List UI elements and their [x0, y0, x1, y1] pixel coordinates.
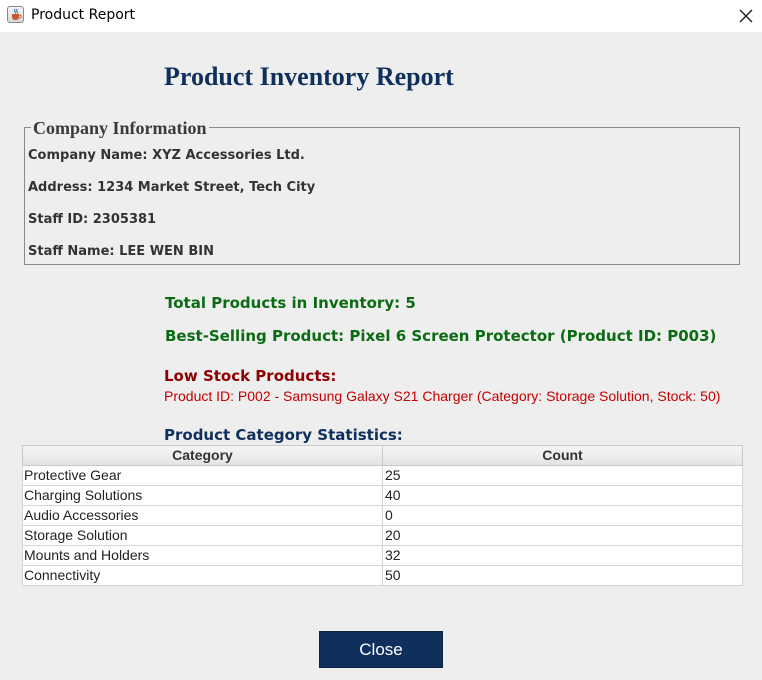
count-cell[interactable]: 32: [383, 546, 742, 565]
java-cup-icon: [7, 6, 24, 23]
category-stats-title: Product Category Statistics:: [164, 426, 403, 444]
company-name: Company Name: XYZ Accessories Ltd.: [28, 148, 305, 163]
staff-id: Staff ID: 2305381: [28, 212, 157, 227]
category-cell[interactable]: Protective Gear: [23, 466, 383, 485]
category-table[interactable]: Category Count Protective Gear 25 Chargi…: [22, 445, 743, 586]
low-stock-item: Product ID: P002 - Samsung Galaxy S21 Ch…: [164, 388, 721, 404]
count-cell[interactable]: 25: [383, 466, 742, 485]
category-cell[interactable]: Mounts and Holders: [23, 546, 383, 565]
category-cell[interactable]: Storage Solution: [23, 526, 383, 545]
column-header-count[interactable]: Count: [383, 446, 742, 465]
company-address: Address: 1234 Market Street, Tech City: [28, 180, 316, 195]
table-row[interactable]: Mounts and Holders 32: [23, 546, 742, 566]
title-bar: Product Report: [0, 0, 762, 32]
company-info-legend: Company Information: [31, 118, 209, 138]
staff-name: Staff Name: LEE WEN BIN: [28, 244, 214, 259]
table-body: Protective Gear 25 Charging Solutions 40…: [22, 466, 743, 586]
category-cell[interactable]: Charging Solutions: [23, 486, 383, 505]
count-cell[interactable]: 50: [383, 566, 742, 585]
column-header-category[interactable]: Category: [23, 446, 383, 465]
table-row[interactable]: Charging Solutions 40: [23, 486, 742, 506]
company-info-panel: Company Information Company Name: XYZ Ac…: [24, 118, 740, 265]
table-row[interactable]: Storage Solution 20: [23, 526, 742, 546]
count-cell[interactable]: 40: [383, 486, 742, 505]
window-title: Product Report: [31, 7, 136, 23]
total-products-label: Total Products in Inventory: 5: [165, 294, 416, 312]
table-row[interactable]: Connectivity 50: [23, 566, 742, 586]
table-row[interactable]: Protective Gear 25: [23, 466, 742, 486]
category-cell[interactable]: Audio Accessories: [23, 506, 383, 525]
report-title: Product Inventory Report: [164, 62, 454, 91]
count-cell[interactable]: 20: [383, 526, 742, 545]
best-selling-label: Best-Selling Product: Pixel 6 Screen Pro…: [165, 327, 717, 345]
table-row[interactable]: Audio Accessories 0: [23, 506, 742, 526]
close-icon[interactable]: [734, 4, 758, 28]
category-cell[interactable]: Connectivity: [23, 566, 383, 585]
low-stock-title: Low Stock Products:: [164, 367, 337, 385]
table-header: Category Count: [22, 445, 743, 466]
close-button[interactable]: Close: [319, 631, 443, 668]
count-cell[interactable]: 0: [383, 506, 742, 525]
